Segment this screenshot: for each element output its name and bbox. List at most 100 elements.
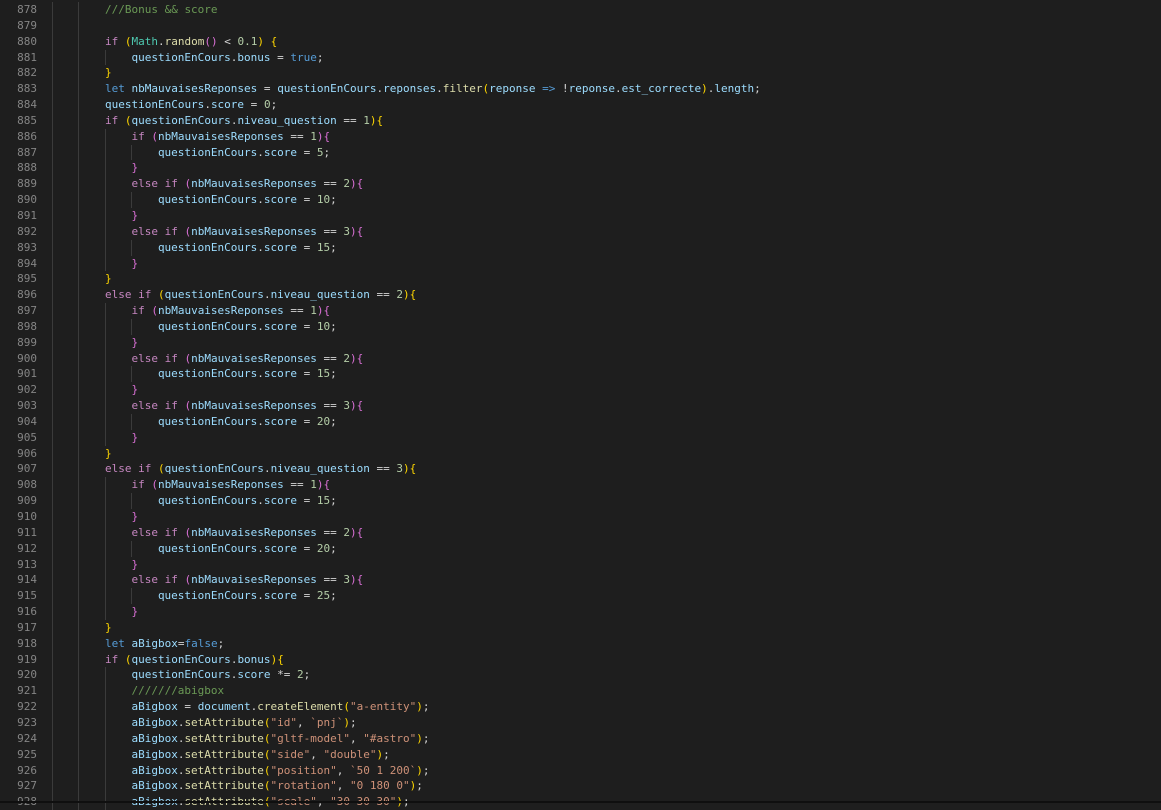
line-number[interactable]: 895 xyxy=(0,271,37,287)
code-editor[interactable]: 878///Bonus && score879880if (Math.rando… xyxy=(0,2,1161,810)
line-number[interactable]: 900 xyxy=(0,351,37,367)
code-line-content[interactable]: else if (nbMauvaisesReponses == 2){ xyxy=(37,176,363,192)
line-number[interactable]: 921 xyxy=(0,683,37,699)
code-line-content[interactable]: aBigbox.setAttribute("gltf-model", "#ast… xyxy=(37,731,430,747)
code-line-content[interactable]: } xyxy=(37,256,138,272)
code-line-content[interactable]: aBigbox.setAttribute("rotation", "0 180 … xyxy=(37,778,423,794)
code-line-content[interactable]: questionEnCours.score = 5; xyxy=(37,145,330,161)
line-number[interactable]: 911 xyxy=(0,525,37,541)
line-number[interactable]: 918 xyxy=(0,636,37,652)
code-line-content[interactable]: questionEnCours.score *= 2; xyxy=(37,667,310,683)
code-line-content[interactable]: if (nbMauvaisesReponses == 1){ xyxy=(37,129,330,145)
code-line-content[interactable]: else if (questionEnCours.niveau_question… xyxy=(37,461,416,477)
code-line-content[interactable]: aBigbox.setAttribute("position", `50 1 2… xyxy=(37,763,430,779)
code-line-content[interactable]: if (nbMauvaisesReponses == 1){ xyxy=(37,303,330,319)
line-number[interactable]: 881 xyxy=(0,50,37,66)
line-number[interactable]: 901 xyxy=(0,366,37,382)
code-line-content[interactable]: aBigbox = document.createElement("a-enti… xyxy=(37,699,430,715)
line-number[interactable]: 913 xyxy=(0,557,37,573)
code-line-content[interactable]: else if (nbMauvaisesReponses == 3){ xyxy=(37,224,363,240)
code-line-content[interactable]: if (Math.random() < 0.1) { xyxy=(37,34,277,50)
line-number[interactable]: 924 xyxy=(0,731,37,747)
line-number[interactable]: 880 xyxy=(0,34,37,50)
line-number[interactable]: 896 xyxy=(0,287,37,303)
line-number[interactable]: 879 xyxy=(0,18,37,34)
line-number[interactable]: 887 xyxy=(0,145,37,161)
line-number[interactable]: 883 xyxy=(0,81,37,97)
line-number[interactable]: 909 xyxy=(0,493,37,509)
line-number[interactable]: 902 xyxy=(0,382,37,398)
code-line-content[interactable]: questionEnCours.score = 20; xyxy=(37,541,337,557)
line-number[interactable]: 892 xyxy=(0,224,37,240)
line-number[interactable]: 923 xyxy=(0,715,37,731)
line-number[interactable]: 890 xyxy=(0,192,37,208)
code-line-content[interactable]: } xyxy=(37,382,138,398)
line-number[interactable]: 886 xyxy=(0,129,37,145)
code-line-content[interactable]: } xyxy=(37,271,112,287)
code-line-content[interactable]: questionEnCours.score = 15; xyxy=(37,493,337,509)
code-line-content[interactable]: } xyxy=(37,446,112,462)
line-number[interactable]: 925 xyxy=(0,747,37,763)
code-line-content[interactable]: questionEnCours.score = 10; xyxy=(37,192,337,208)
line-number[interactable]: 905 xyxy=(0,430,37,446)
code-line-content[interactable]: else if (nbMauvaisesReponses == 2){ xyxy=(37,525,363,541)
code-line-content[interactable]: } xyxy=(37,160,138,176)
line-number[interactable]: 926 xyxy=(0,763,37,779)
code-line-content[interactable]: aBigbox.setAttribute("side", "double"); xyxy=(37,747,390,763)
line-number[interactable]: 906 xyxy=(0,446,37,462)
line-number[interactable]: 893 xyxy=(0,240,37,256)
line-number[interactable]: 915 xyxy=(0,588,37,604)
code-line-content[interactable]: else if (nbMauvaisesReponses == 3){ xyxy=(37,572,363,588)
line-number[interactable]: 919 xyxy=(0,652,37,668)
code-line-content[interactable]: questionEnCours.score = 10; xyxy=(37,319,337,335)
code-line-content[interactable]: } xyxy=(37,620,112,636)
line-number[interactable]: 916 xyxy=(0,604,37,620)
line-number[interactable]: 910 xyxy=(0,509,37,525)
code-line-content[interactable] xyxy=(37,18,105,34)
code-line-content[interactable]: let nbMauvaisesReponses = questionEnCour… xyxy=(37,81,761,97)
code-line-content[interactable]: } xyxy=(37,430,138,446)
line-number[interactable]: 922 xyxy=(0,699,37,715)
code-line-content[interactable]: questionEnCours.score = 15; xyxy=(37,240,337,256)
code-line-content[interactable]: questionEnCours.score = 15; xyxy=(37,366,337,382)
code-line-content[interactable]: questionEnCours.score = 0; xyxy=(37,97,277,113)
code-line-content[interactable]: } xyxy=(37,208,138,224)
line-number[interactable]: 907 xyxy=(0,461,37,477)
line-number[interactable]: 899 xyxy=(0,335,37,351)
code-line-content[interactable]: else if (nbMauvaisesReponses == 3){ xyxy=(37,398,363,414)
line-number[interactable]: 894 xyxy=(0,256,37,272)
line-number[interactable]: 884 xyxy=(0,97,37,113)
code-line-content[interactable]: questionEnCours.score = 25; xyxy=(37,588,337,604)
code-line-content[interactable]: questionEnCours.bonus = true; xyxy=(37,50,324,66)
code-line-content[interactable]: else if (nbMauvaisesReponses == 2){ xyxy=(37,351,363,367)
line-number[interactable]: 903 xyxy=(0,398,37,414)
line-number[interactable]: 882 xyxy=(0,65,37,81)
line-number[interactable]: 878 xyxy=(0,2,37,18)
line-number[interactable]: 897 xyxy=(0,303,37,319)
line-number[interactable]: 885 xyxy=(0,113,37,129)
code-line-content[interactable]: } xyxy=(37,65,112,81)
code-line-content[interactable]: questionEnCours.score = 20; xyxy=(37,414,337,430)
line-number[interactable]: 891 xyxy=(0,208,37,224)
code-line-content[interactable]: } xyxy=(37,335,138,351)
line-number[interactable]: 898 xyxy=(0,319,37,335)
line-number[interactable]: 912 xyxy=(0,541,37,557)
line-number[interactable]: 904 xyxy=(0,414,37,430)
line-number[interactable]: 917 xyxy=(0,620,37,636)
line-number[interactable]: 908 xyxy=(0,477,37,493)
line-number[interactable]: 914 xyxy=(0,572,37,588)
line-number[interactable]: 927 xyxy=(0,778,37,794)
code-line-content[interactable]: } xyxy=(37,604,138,620)
line-number[interactable]: 920 xyxy=(0,667,37,683)
code-line-content[interactable]: let aBigbox=false; xyxy=(37,636,224,652)
code-line-content[interactable]: ///Bonus && score xyxy=(37,2,218,18)
code-line-content[interactable]: } xyxy=(37,509,138,525)
code-line-content[interactable]: aBigbox.setAttribute("id", `pnj`); xyxy=(37,715,357,731)
code-line-content[interactable]: if (nbMauvaisesReponses == 1){ xyxy=(37,477,330,493)
code-line-content[interactable]: if (questionEnCours.bonus){ xyxy=(37,652,284,668)
code-line-content[interactable]: ///////abigbox xyxy=(37,683,224,699)
code-line-content[interactable]: } xyxy=(37,557,138,573)
line-number[interactable]: 888 xyxy=(0,160,37,176)
line-number[interactable]: 889 xyxy=(0,176,37,192)
code-line-content[interactable]: if (questionEnCours.niveau_question == 1… xyxy=(37,113,383,129)
